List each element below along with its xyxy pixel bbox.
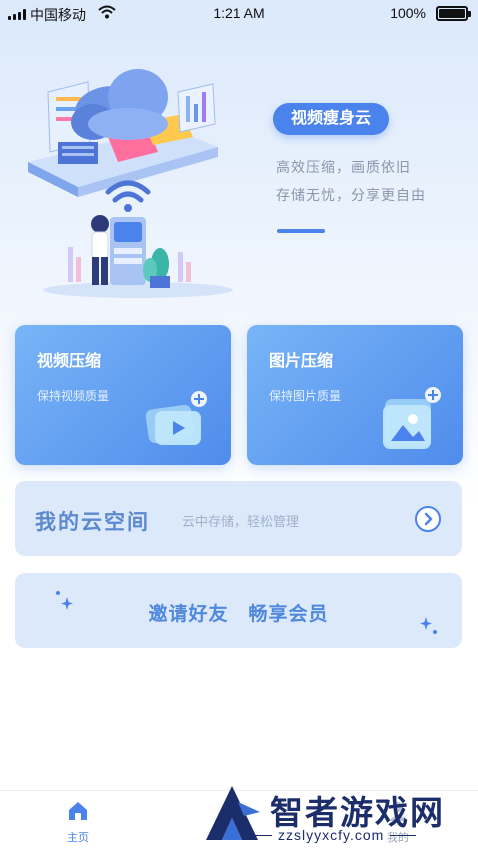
my-cloud-space-bar[interactable]: 我的云空间 云中存储，轻松管理	[15, 481, 462, 556]
cloud-storage-illustration	[28, 69, 233, 298]
hero-tagline-1: 高效压缩，画质依旧	[276, 159, 411, 175]
battery-fill	[439, 9, 465, 18]
invite-text-part2: 畅享会员	[248, 604, 329, 625]
hero-badge: 视频瘦身云	[273, 103, 389, 135]
tab-label: 主页	[67, 832, 89, 844]
battery-icon	[436, 6, 471, 21]
cloud-space-title: 我的云空间	[35, 511, 150, 534]
hero-divider	[277, 229, 325, 233]
card-subtitle: 保持视频质量	[37, 389, 110, 403]
sparkle-icon	[420, 617, 437, 634]
card-title: 图片压缩	[269, 353, 334, 370]
home-icon	[69, 802, 87, 820]
battery-percent: 100%	[390, 5, 426, 21]
image-compress-card[interactable]: 图片压缩 保持图片质量	[247, 325, 463, 465]
invite-text: 邀请好友 畅享会员	[15, 599, 462, 626]
chevron-right-icon[interactable]	[415, 506, 441, 532]
watermark-logo-icon	[206, 786, 260, 840]
cloud-space-subtitle: 云中存储，轻松管理	[182, 514, 300, 529]
app-screen: 中国移动 1:21 AM 100% 视频瘦身云 高效压缩，画质依旧 存储无忧，分…	[0, 0, 478, 850]
card-title: 视频压缩	[37, 353, 102, 370]
video-compress-card[interactable]: 视频压缩 保持视频质量	[15, 325, 231, 465]
invite-text-part1: 邀请好友	[148, 604, 229, 625]
image-plus-icon	[383, 387, 441, 449]
watermark-url: zzslyyxcfy.com	[245, 827, 417, 843]
hero-tagline-2: 存储无忧，分享更自由	[276, 187, 426, 203]
site-watermark: 智者游戏网 zzslyyxcfy.com	[200, 780, 478, 850]
video-plus-icon	[145, 391, 207, 445]
tab-home[interactable]: 主页	[38, 791, 118, 850]
card-subtitle: 保持图片质量	[269, 389, 342, 403]
status-bar: 中国移动 1:21 AM 100%	[0, 0, 478, 28]
invite-friends-banner[interactable]: 邀请好友 畅享会员	[15, 573, 462, 648]
